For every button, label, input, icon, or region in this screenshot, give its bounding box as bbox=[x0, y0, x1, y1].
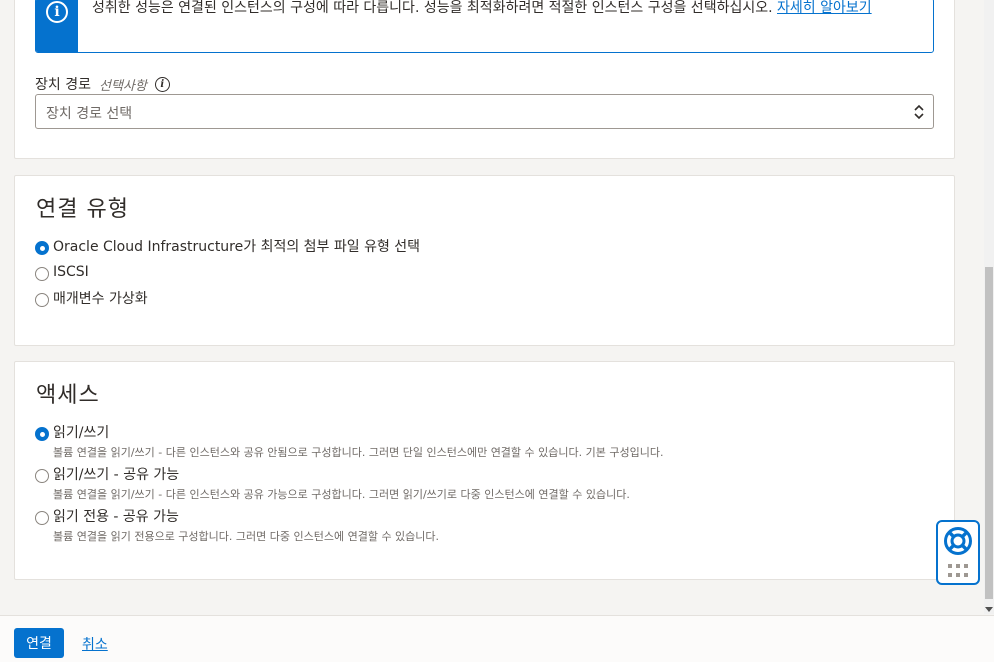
cancel-button[interactable]: 취소 bbox=[82, 634, 108, 654]
help-widget[interactable] bbox=[936, 520, 980, 585]
radio-checked[interactable] bbox=[35, 241, 49, 255]
info-banner: i 성취한 성능은 연결된 인스턴스의 구성에 따라 다릅니다. 성능을 최적화… bbox=[35, 0, 934, 53]
access-option-label: 읽기/쓰기 - 공유 가능 bbox=[53, 467, 180, 483]
learn-more-link[interactable]: 자세히 알아보기 bbox=[777, 0, 872, 16]
device-path-label-text: 장치 경로 bbox=[35, 77, 91, 93]
attachment-type-title: 연결 유형 bbox=[36, 197, 129, 222]
info-banner-side: i bbox=[36, 0, 78, 52]
access-option-desc: 볼륨 연결을 읽기 전용으로 구성합니다. 그러면 다중 인스턴스에 연결할 수… bbox=[53, 530, 440, 543]
radio-checked[interactable] bbox=[35, 427, 49, 441]
access-title: 액세스 bbox=[36, 383, 100, 408]
access-option-label: 읽기 전용 - 공유 가능 bbox=[53, 509, 179, 525]
scrollbar-thumb[interactable] bbox=[985, 267, 993, 599]
dialog-footer: 연결 취소 bbox=[0, 615, 994, 662]
lifebuoy-icon bbox=[944, 527, 972, 555]
radio-unchecked[interactable] bbox=[35, 511, 49, 525]
radio-unchecked[interactable] bbox=[35, 293, 49, 307]
info-banner-message: 성취한 성능은 연결된 인스턴스의 구성에 따라 다릅니다. 성능을 최적화하려… bbox=[92, 0, 777, 16]
chevron-updown-icon bbox=[914, 104, 924, 120]
attach-button[interactable]: 연결 bbox=[14, 628, 64, 658]
attachment-option-label: Oracle Cloud Infrastructure가 최적의 첨부 파일 유… bbox=[53, 239, 421, 255]
access-option-label: 읽기/쓰기 bbox=[53, 425, 110, 441]
device-path-select[interactable]: 장치 경로 선택 bbox=[35, 94, 934, 129]
info-icon: i bbox=[46, 1, 68, 23]
access-option-desc: 볼륨 연결을 읽기/쓰기 - 다른 인스턴스와 공유 안됨으로 구성합니다. 그… bbox=[53, 446, 664, 459]
access-option-desc: 볼륨 연결을 읽기/쓰기 - 다른 인스턴스와 공유 가능으로 구성합니다. 그… bbox=[53, 488, 630, 501]
attachment-option-label: 매개변수 가상화 bbox=[53, 291, 148, 307]
device-path-help-icon[interactable]: i bbox=[154, 76, 170, 92]
scroll-down-arrow-icon[interactable] bbox=[985, 607, 993, 612]
access-option-read-write-shareable[interactable]: 읽기/쓰기 - 공유 가능 bbox=[35, 464, 179, 484]
form-scroll-area[interactable]: i 성취한 성능은 연결된 인스턴스의 구성에 따라 다릅니다. 성능을 최적화… bbox=[0, 0, 984, 614]
attachment-option-iscsi[interactable]: ISCSI bbox=[35, 263, 89, 281]
device-path-placeholder: 장치 경로 선택 bbox=[46, 106, 133, 122]
vertical-scrollbar[interactable] bbox=[984, 0, 994, 614]
device-path-label: 장치 경로 선택사항 i bbox=[35, 74, 170, 94]
attachment-option-auto[interactable]: Oracle Cloud Infrastructure가 최적의 첨부 파일 유… bbox=[35, 236, 420, 256]
device-path-optional: 선택사항 bbox=[98, 78, 147, 94]
radio-unchecked[interactable] bbox=[35, 267, 49, 281]
access-option-read-only-shareable[interactable]: 읽기 전용 - 공유 가능 bbox=[35, 506, 179, 526]
radio-unchecked[interactable] bbox=[35, 469, 49, 483]
attachment-option-label: ISCSI bbox=[53, 264, 89, 280]
drag-handle-icon[interactable] bbox=[947, 563, 969, 579]
attachment-type-card bbox=[14, 175, 955, 346]
access-option-read-write[interactable]: 읽기/쓰기 bbox=[35, 422, 109, 442]
attachment-option-paravirtualized[interactable]: 매개변수 가상화 bbox=[35, 288, 148, 308]
info-banner-text: 성취한 성능은 연결된 인스턴스의 구성에 따라 다릅니다. 성능을 최적화하려… bbox=[92, 0, 912, 18]
